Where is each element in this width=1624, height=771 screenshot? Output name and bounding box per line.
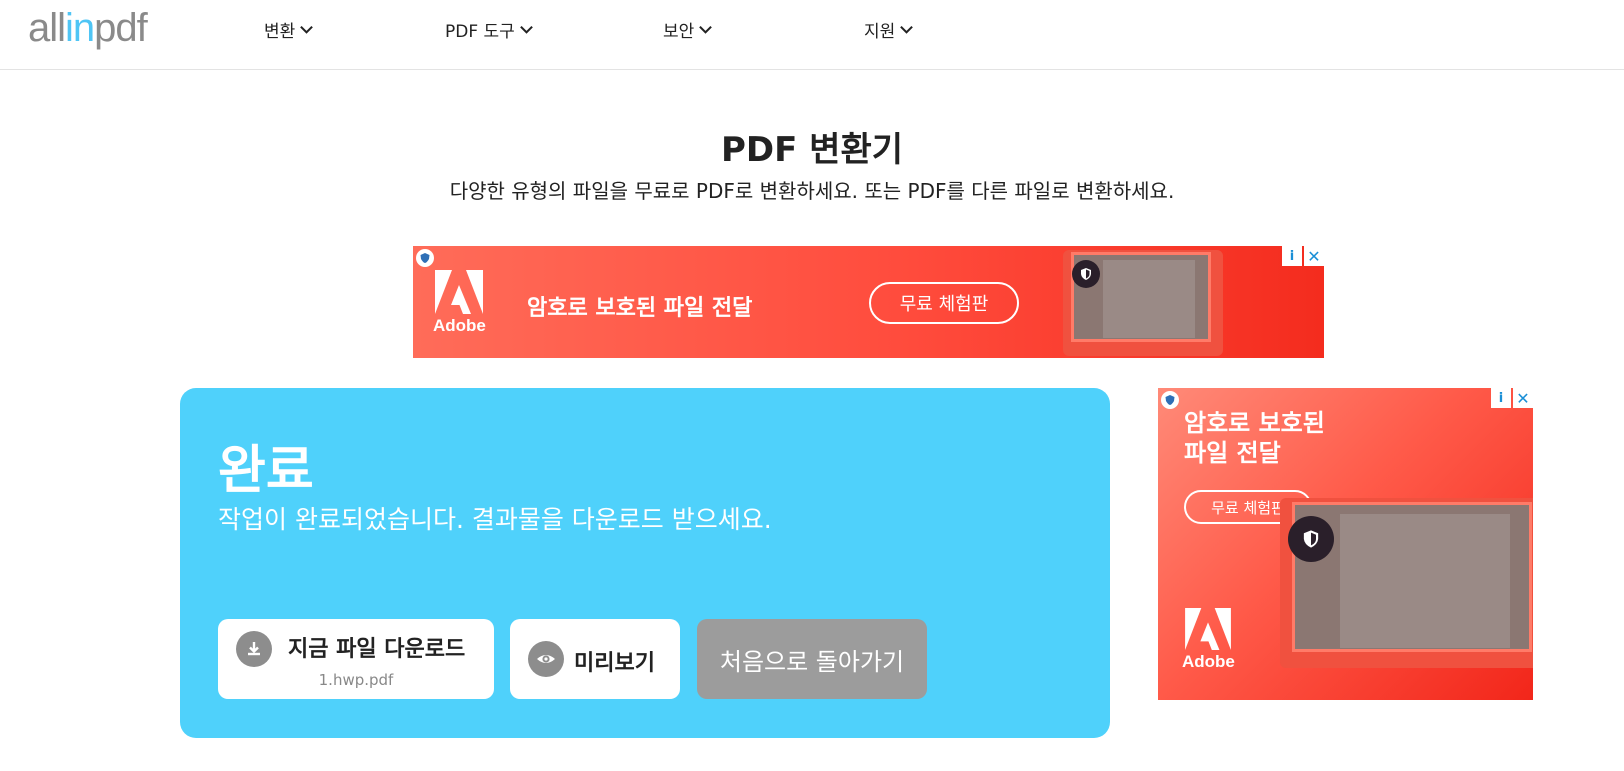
nav-support[interactable]: 지원	[864, 17, 914, 42]
adobe-logo: Adobe	[1182, 608, 1235, 672]
adobe-logo: Adobe	[433, 270, 486, 336]
result-title: 완료	[218, 441, 314, 501]
eye-icon	[528, 641, 564, 677]
page-title: PDF 변환기	[720, 130, 904, 170]
document-preview	[1340, 514, 1510, 648]
chevron-down-icon	[519, 25, 533, 34]
ad-info-icon[interactable]: i	[1491, 388, 1511, 408]
page-subtitle: 다양한 유형의 파일을 무료로 PDF로 변환하세요. 또는 PDF를 다른 파…	[449, 179, 1175, 203]
nav-security-label: 보안	[663, 22, 695, 42]
document-preview	[1103, 260, 1195, 338]
result-card: 완료 작업이 완료되었습니다. 결과물을 다운로드 받으세요. 지금 파일 다운…	[180, 388, 1110, 738]
ad-choice-badge-icon[interactable]	[416, 249, 434, 267]
download-icon	[236, 631, 272, 667]
result-message: 작업이 완료되었습니다. 결과물을 다운로드 받으세요.	[218, 505, 772, 534]
preview-button[interactable]: 미리보기	[510, 619, 680, 699]
download-button-label: 지금 파일 다운로드	[288, 637, 466, 662]
ad-banner-cta-button[interactable]: 무료 체험판	[869, 282, 1019, 324]
back-to-start-button[interactable]: 처음으로 돌아가기	[697, 619, 927, 699]
adobe-wordmark: Adobe	[433, 316, 486, 335]
ad-side-headline: 암호로 보호된 파일 전달	[1184, 408, 1325, 468]
nav-convert-label: 변환	[264, 22, 296, 42]
logo-text-in: in	[65, 6, 95, 50]
shield-icon	[1288, 516, 1334, 562]
chevron-down-icon	[300, 25, 314, 34]
nav-support-label: 지원	[864, 22, 896, 42]
chevron-down-icon	[699, 25, 713, 34]
ad-banner[interactable]: i ✕ Adobe 암호로 보호된 파일 전달 무료 체험판	[413, 246, 1324, 358]
logo-text-pdf: pdf	[94, 6, 148, 50]
adobe-a-icon	[435, 270, 484, 314]
logo-text-all: all	[28, 6, 66, 50]
site-header: allinpdf 변환 PDF 도구 보안 지원	[0, 0, 1624, 70]
allinpdf-logo[interactable]: allinpdf	[28, 6, 148, 51]
chevron-down-icon	[900, 25, 914, 34]
nav-pdf-tools[interactable]: PDF 도구	[445, 17, 534, 42]
download-file-name: 1.hwp.pdf	[318, 671, 394, 689]
ad-banner-headline: 암호로 보호된 파일 전달	[527, 296, 753, 321]
ad-side[interactable]: i ✕ 암호로 보호된 파일 전달 무료 체험판 Adobe	[1158, 388, 1533, 700]
ad-close-icon[interactable]: ✕	[1513, 388, 1533, 408]
adobe-wordmark: Adobe	[1182, 652, 1235, 671]
ad-side-headline-line2: 파일 전달	[1184, 439, 1281, 467]
ad-info-icon[interactable]: i	[1282, 246, 1302, 266]
ad-close-icon[interactable]: ✕	[1304, 246, 1324, 266]
nav-security[interactable]: 보안	[663, 17, 713, 42]
shield-icon	[1072, 260, 1100, 288]
preview-button-label: 미리보기	[574, 651, 655, 676]
nav-pdf-tools-label: PDF 도구	[445, 22, 515, 42]
nav-convert[interactable]: 변환	[264, 17, 314, 42]
download-button[interactable]: 지금 파일 다운로드 1.hwp.pdf	[218, 619, 494, 699]
ad-choice-badge-icon[interactable]	[1161, 391, 1179, 409]
ad-side-headline-line1: 암호로 보호된	[1184, 409, 1325, 437]
adobe-a-icon	[1185, 608, 1232, 650]
